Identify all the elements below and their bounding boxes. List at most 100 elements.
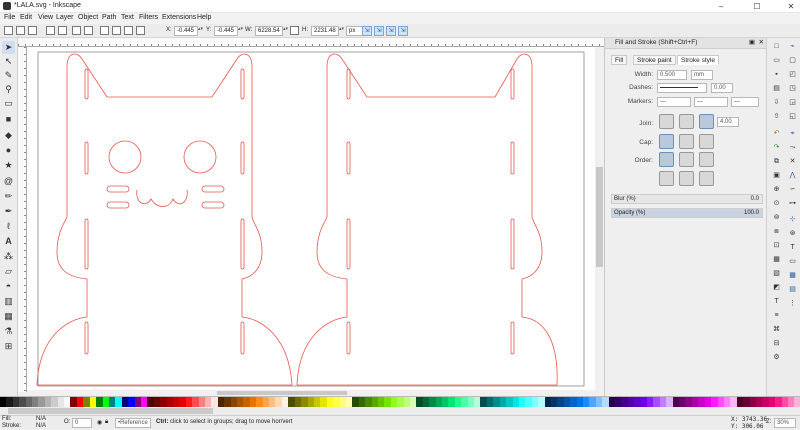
node-tool-icon[interactable]: ↖ <box>2 55 15 68</box>
lower-icon[interactable] <box>124 26 133 35</box>
order-markers-stroke-fill-button[interactable] <box>699 171 714 186</box>
order-stroke-fill-markers-button[interactable] <box>679 152 694 167</box>
selector-tool-icon[interactable]: ➤ <box>2 41 15 54</box>
snap-toggle-icon[interactable]: ⌁ <box>787 41 798 52</box>
snap-cusp-icon[interactable]: ⋀ <box>787 170 798 181</box>
snap-bbox-corner-icon[interactable]: ◳ <box>787 83 798 94</box>
close-button[interactable]: ✕ <box>784 1 798 12</box>
snap-bbox-edge-icon[interactable]: ◰ <box>787 69 798 80</box>
select-all-icon[interactable] <box>4 26 13 35</box>
gradient-tool-icon[interactable]: ▥ <box>2 295 15 308</box>
bevel-join-button[interactable] <box>699 114 714 129</box>
maximize-button[interactable]: ☐ <box>750 1 764 12</box>
menu-help[interactable]: Help <box>197 14 211 21</box>
w-spinner-icon[interactable]: ▴▾ <box>283 27 289 35</box>
lock-ratio-icon[interactable] <box>290 26 299 35</box>
color-palette[interactable] <box>0 396 800 407</box>
snap-intersections-icon[interactable]: ✕ <box>787 156 798 167</box>
spray-tool-icon[interactable]: ⁂ <box>2 250 15 263</box>
snap-paths-icon[interactable]: ⤳ <box>787 142 798 153</box>
xml-editor-icon[interactable]: ⌘ <box>771 324 782 335</box>
3d-box-tool-icon[interactable]: ◆ <box>2 129 15 142</box>
vertical-scroll-thumb[interactable] <box>596 167 603 267</box>
h-spinner-icon[interactable]: ▴▾ <box>339 27 345 35</box>
ellipse-tool-icon[interactable]: ● <box>2 144 15 157</box>
star-tool-icon[interactable]: ★ <box>2 159 15 172</box>
minimize-button[interactable]: – <box>714 1 728 12</box>
bucket-tool-icon[interactable]: ◓ <box>2 280 15 293</box>
spiral-tool-icon[interactable]: @ <box>2 175 15 188</box>
scale-stroke-toggle[interactable]: ⇲ <box>362 26 372 36</box>
redo-icon[interactable]: ↷ <box>771 142 782 153</box>
opacity-slider[interactable]: Opacity (%) 100.0 <box>611 208 763 218</box>
stroke-indicator-value[interactable]: N/A <box>36 423 46 429</box>
menu-edit[interactable]: Edit <box>20 14 32 21</box>
snap-midpoints-icon[interactable]: ⊶ <box>787 198 798 209</box>
horizontal-ruler[interactable] <box>18 38 604 47</box>
palette-scrollbar[interactable] <box>0 407 800 415</box>
round-cap-button[interactable] <box>679 134 694 149</box>
width-field[interactable]: 0.500 <box>657 70 687 80</box>
move-patterns-toggle[interactable]: ⇲ <box>398 26 408 36</box>
menu-text[interactable]: Text <box>121 14 134 21</box>
canvas[interactable] <box>27 47 595 390</box>
flip-horizontal-icon[interactable] <box>72 26 81 35</box>
calligraphy-tool-icon[interactable]: ℓ <box>2 220 15 233</box>
scale-corners-toggle[interactable]: ⇲ <box>374 26 384 36</box>
drawing[interactable] <box>27 47 595 390</box>
zoom-page-icon[interactable]: ⊚ <box>771 212 782 223</box>
layer-lock-icon[interactable]: 🔒︎ <box>105 419 108 426</box>
dash-offset-field[interactable]: 0.00 <box>711 83 733 93</box>
snap-nodes-icon[interactable]: ⌖ <box>787 128 798 139</box>
y-spinner-icon[interactable]: ▴▾ <box>238 27 244 35</box>
menu-file[interactable]: File <box>4 14 15 21</box>
new-document-icon[interactable]: □ <box>771 41 782 52</box>
order-stroke-markers-fill-button[interactable] <box>679 171 694 186</box>
menu-view[interactable]: View <box>38 14 53 21</box>
start-marker-select[interactable]: — <box>657 97 691 107</box>
dialog-close-icon[interactable]: ✕ <box>759 38 764 48</box>
palette-swatch[interactable] <box>794 397 800 407</box>
miter-join-button[interactable] <box>659 114 674 129</box>
measure-tool-icon[interactable]: ▭ <box>2 97 15 110</box>
butt-cap-button[interactable] <box>659 134 674 149</box>
align-icon[interactable]: ⊟ <box>771 338 782 349</box>
lower-to-bottom-icon[interactable] <box>136 26 145 35</box>
current-layer-select[interactable]: •Reference <box>115 418 151 428</box>
blur-slider[interactable]: Blur (%) 0.0 <box>611 194 763 204</box>
order-markers-fill-stroke-button[interactable] <box>659 171 674 186</box>
palette-scroll-thumb[interactable] <box>8 408 213 414</box>
snap-others-icon[interactable]: ⋮ <box>787 298 798 309</box>
snap-rotation-center-icon[interactable]: ⊛ <box>787 228 798 239</box>
y-field[interactable]: -0.445 <box>214 26 238 36</box>
miter-limit-field[interactable]: 4.00 <box>717 117 739 127</box>
preferences-icon[interactable]: ⚙ <box>771 352 782 363</box>
duplicate-icon[interactable]: ⧈ <box>771 226 782 237</box>
fill-indicator-value[interactable]: N/A <box>36 416 46 422</box>
w-field[interactable]: 6228.54 <box>255 26 283 36</box>
snap-smooth-icon[interactable]: ∽ <box>787 184 798 195</box>
undo-icon[interactable]: ↶ <box>771 128 782 139</box>
dialog-menu-icon[interactable]: ▣ <box>749 38 755 48</box>
tweak-tool-icon[interactable]: ✎ <box>2 69 15 82</box>
zoom-tool-icon[interactable]: ⚲ <box>2 83 15 96</box>
select-all-layers-icon[interactable] <box>16 26 25 35</box>
snap-centers-icon[interactable]: ⊹ <box>787 214 798 225</box>
fill-stroke-dialog-icon[interactable]: ◩ <box>771 282 782 293</box>
pencil-tool-icon[interactable]: ✏ <box>2 190 15 203</box>
snap-guide-icon[interactable]: ▤ <box>787 284 798 295</box>
rotate-cw-icon[interactable] <box>58 26 67 35</box>
mesh-tool-icon[interactable]: ▦ <box>2 310 15 323</box>
zoom-drawing-icon[interactable]: ⊙ <box>771 198 782 209</box>
print-icon[interactable]: ▤ <box>771 83 782 94</box>
snap-bbox-icon[interactable]: ▢ <box>787 55 798 66</box>
layer-visibility-icon[interactable]: ◉ <box>97 419 102 426</box>
snap-page-border-icon[interactable]: ▭ <box>787 256 798 267</box>
text-tool-icon[interactable]: A <box>2 235 15 248</box>
end-marker-select[interactable]: — <box>731 97 759 107</box>
raise-icon[interactable] <box>112 26 121 35</box>
clone-icon[interactable]: ⊡ <box>771 240 782 251</box>
zoom-selection-icon[interactable]: ⊕ <box>771 184 782 195</box>
menu-path[interactable]: Path <box>102 14 116 21</box>
text-font-icon[interactable]: T <box>771 296 782 307</box>
